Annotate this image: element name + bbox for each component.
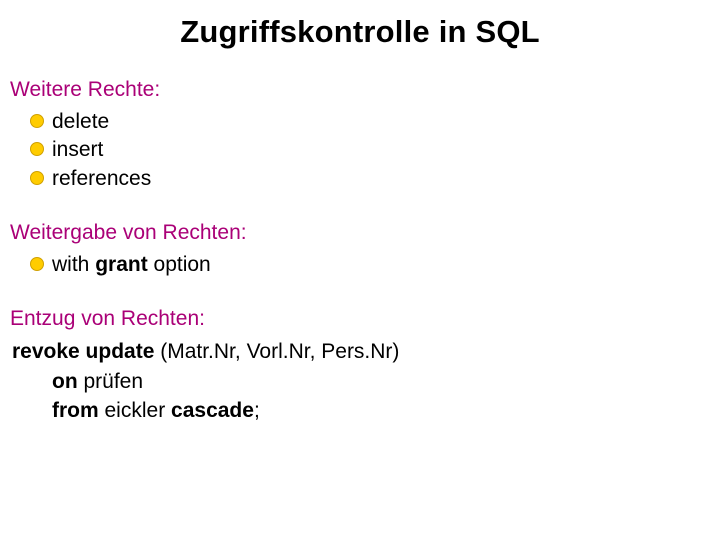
- list-item: references: [52, 165, 710, 193]
- text: with: [52, 253, 95, 276]
- list-item: insert: [52, 136, 710, 164]
- section-heading-pass-on: Weitergabe von Rechten:: [10, 221, 710, 245]
- code-line: on prüfen: [12, 367, 710, 396]
- text: prüfen: [78, 370, 143, 393]
- slide-title: Zugriffskontrolle in SQL: [0, 0, 720, 50]
- keyword-cascade: cascade: [171, 399, 254, 422]
- sql-revoke-statement: revoke update (Matr.Nr, Vorl.Nr, Pers.Nr…: [10, 337, 710, 425]
- keyword-from: from: [52, 399, 99, 422]
- keyword-grant: grant: [95, 253, 148, 276]
- text: eickler: [99, 399, 171, 422]
- list-item: delete: [52, 108, 710, 136]
- list-item: with grant option: [52, 251, 710, 279]
- slide-body: Weitere Rechte: delete insert references…: [0, 78, 720, 426]
- code-line: from eickler cascade;: [12, 396, 710, 425]
- section-heading-more-rights: Weitere Rechte:: [10, 78, 710, 102]
- text: option: [148, 253, 211, 276]
- text: (Matr.Nr, Vorl.Nr, Pers.Nr): [154, 340, 399, 363]
- keyword-on: on: [52, 370, 78, 393]
- bullet-list-more-rights: delete insert references: [10, 108, 710, 193]
- text: ;: [254, 399, 260, 422]
- slide: Zugriffskontrolle in SQL Weitere Rechte:…: [0, 0, 720, 540]
- keyword-revoke-update: revoke update: [12, 340, 154, 363]
- code-line: revoke update (Matr.Nr, Vorl.Nr, Pers.Nr…: [12, 337, 710, 366]
- section-heading-revoke: Entzug von Rechten:: [10, 307, 710, 331]
- code-indent: from eickler cascade;: [12, 396, 260, 425]
- bullet-list-pass-on: with grant option: [10, 251, 710, 279]
- code-indent: on prüfen: [12, 367, 143, 396]
